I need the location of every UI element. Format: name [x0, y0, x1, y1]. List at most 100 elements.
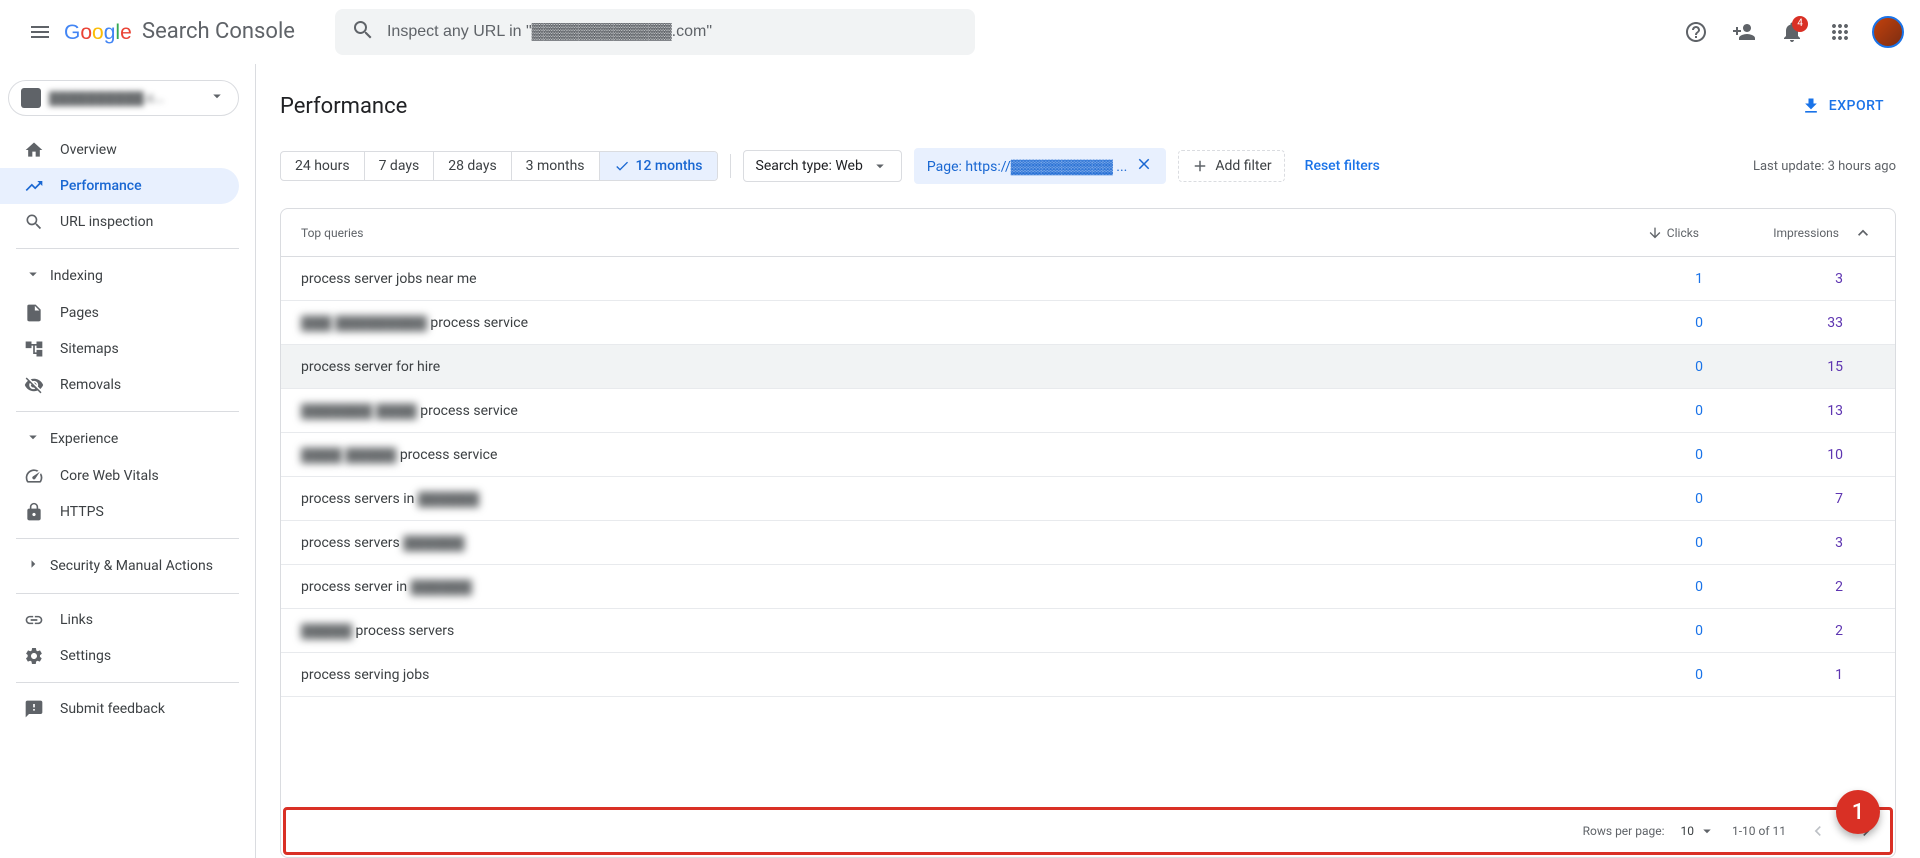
page-filter-chip[interactable]: Page: https://▓▓▓▓▓▓▓▓▓▓ ... [914, 148, 1167, 184]
lock-icon [24, 502, 44, 522]
sort-down-icon [1647, 225, 1663, 241]
sidebar-section-indexing[interactable]: Indexing [0, 257, 255, 295]
add-filter-label: Add filter [1215, 158, 1271, 174]
main-content: Performance EXPORT 24 hours 7 days 28 da… [256, 64, 1920, 858]
sidebar-item-settings[interactable]: Settings [0, 638, 239, 674]
url-inspection-input[interactable] [387, 23, 959, 41]
sidebar-item-label: URL inspection [60, 214, 153, 230]
help-icon [1684, 20, 1708, 44]
close-icon [1135, 155, 1153, 173]
date-24-hours[interactable]: 24 hours [281, 152, 365, 180]
date-3-months[interactable]: 3 months [512, 152, 600, 180]
sidebar-item-overview[interactable]: Overview [0, 132, 239, 168]
collapse-button[interactable] [1851, 221, 1875, 245]
prev-page-button[interactable] [1802, 815, 1834, 847]
chart-icon [24, 176, 44, 196]
sidebar-section-label: Experience [50, 431, 118, 447]
table-row[interactable]: process server for hire015 [281, 345, 1895, 389]
clicks-cell: 0 [1563, 579, 1703, 595]
product-name: Search Console [142, 19, 295, 44]
home-icon [24, 140, 44, 160]
export-button[interactable]: EXPORT [1789, 88, 1896, 124]
sidebar-item-links[interactable]: Links [0, 602, 239, 638]
rows-per-page-select[interactable]: 10 [1680, 822, 1716, 840]
table-row[interactable]: process server jobs near me13 [281, 257, 1895, 301]
date-12-months[interactable]: 12 months [600, 152, 717, 180]
sidebar-item-sitemaps[interactable]: Sitemaps [0, 331, 239, 367]
annotation-marker[interactable]: 1 [1836, 790, 1880, 834]
page-range-text: 1-10 of 11 [1732, 824, 1786, 838]
impressions-cell: 3 [1703, 535, 1843, 551]
apps-grid-icon [1828, 20, 1852, 44]
sidebar-section-experience[interactable]: Experience [0, 420, 255, 458]
sidebar-item-url-inspection[interactable]: URL inspection [0, 204, 239, 240]
chevron-down-icon [1698, 822, 1716, 840]
notifications-button[interactable]: 4 [1772, 12, 1812, 52]
date-28-days[interactable]: 28 days [434, 152, 511, 180]
clicks-cell: 0 [1563, 359, 1703, 375]
query-cell: ▓▓▓▓▓ process servers [301, 622, 1563, 639]
column-header-clicks[interactable]: Clicks [1559, 225, 1699, 241]
help-button[interactable] [1676, 12, 1716, 52]
export-label: EXPORT [1829, 98, 1884, 114]
sidebar-item-label: Overview [60, 142, 117, 158]
date-7-days[interactable]: 7 days [365, 152, 435, 180]
table-row[interactable]: ▓▓▓ ▓▓▓▓▓▓▓▓▓ process service033 [281, 301, 1895, 345]
sidebar-item-label: Pages [60, 305, 99, 321]
sidebar-item-https[interactable]: HTTPS [0, 494, 239, 530]
table-header-row: Top queries Clicks Impressions [281, 209, 1895, 257]
google-apps-button[interactable] [1820, 12, 1860, 52]
sidebar-item-core-web-vitals[interactable]: Core Web Vitals [0, 458, 239, 494]
account-avatar[interactable] [1872, 16, 1904, 48]
sidebar-item-label: HTTPS [60, 504, 104, 520]
gear-icon [24, 646, 44, 666]
url-inspection-search[interactable] [335, 9, 975, 55]
query-cell: process servers in ▓▓▓▓▓▓ [301, 490, 1563, 507]
clicks-cell: 0 [1563, 403, 1703, 419]
sidebar-item-performance[interactable]: Performance [0, 168, 239, 204]
logo[interactable]: Google Search Console [64, 19, 295, 44]
chevron-left-icon [1808, 821, 1828, 841]
rows-per-page-label: Rows per page: [1583, 824, 1665, 838]
query-cell: process server jobs near me [301, 271, 1563, 287]
hamburger-icon [28, 20, 52, 44]
table-row[interactable]: process servers ▓▓▓▓▓▓03 [281, 521, 1895, 565]
sitemaps-icon [24, 339, 44, 359]
chevron-down-icon [871, 157, 889, 175]
property-selector[interactable]: ▓▓▓▓▓▓▓▓▓▓.c... [8, 80, 239, 116]
top-right-actions: 4 [1676, 12, 1904, 52]
chevron-down-icon [208, 87, 226, 109]
sidebar-section-security[interactable]: Security & Manual Actions [0, 547, 255, 585]
sidebar-item-pages[interactable]: Pages [0, 295, 239, 331]
sidebar-item-label: Links [60, 612, 93, 628]
table-row[interactable]: ▓▓▓▓ ▓▓▓▓▓ process service010 [281, 433, 1895, 477]
table-row[interactable]: ▓▓▓▓▓▓▓ ▓▓▓▓ process service013 [281, 389, 1895, 433]
clicks-cell: 0 [1563, 535, 1703, 551]
sidebar-item-removals[interactable]: Removals [0, 367, 239, 403]
query-cell: ▓▓▓ ▓▓▓▓▓▓▓▓▓ process service [301, 314, 1563, 331]
menu-button[interactable] [16, 8, 64, 56]
table-row[interactable]: process server in ▓▓▓▓▓▓02 [281, 565, 1895, 609]
add-filter-button[interactable]: Add filter [1178, 150, 1284, 182]
sidebar-section-label: Security & Manual Actions [50, 558, 213, 574]
download-icon [1801, 96, 1821, 116]
sidebar-item-feedback[interactable]: Submit feedback [0, 691, 239, 727]
users-button[interactable] [1724, 12, 1764, 52]
table-row[interactable]: process servers in ▓▓▓▓▓▓07 [281, 477, 1895, 521]
query-cell: process serving jobs [301, 667, 1563, 683]
sidebar-item-label: Sitemaps [60, 341, 119, 357]
reset-filters-button[interactable]: Reset filters [1297, 152, 1388, 180]
remove-filter-button[interactable] [1135, 155, 1153, 177]
svg-text:Google: Google [64, 21, 132, 44]
query-cell: ▓▓▓▓▓▓▓ ▓▓▓▓ process service [301, 402, 1563, 419]
pages-icon [24, 303, 44, 323]
chevron-down-icon [24, 265, 42, 287]
removals-icon [24, 375, 44, 395]
search-type-chip[interactable]: Search type: Web [743, 150, 902, 182]
column-header-query[interactable]: Top queries [301, 226, 1559, 240]
column-header-impressions[interactable]: Impressions [1699, 226, 1839, 240]
table-body: process server jobs near me13▓▓▓ ▓▓▓▓▓▓▓… [281, 257, 1895, 805]
table-row[interactable]: ▓▓▓▓▓ process servers02 [281, 609, 1895, 653]
clicks-cell: 0 [1563, 315, 1703, 331]
table-row[interactable]: process serving jobs01 [281, 653, 1895, 697]
